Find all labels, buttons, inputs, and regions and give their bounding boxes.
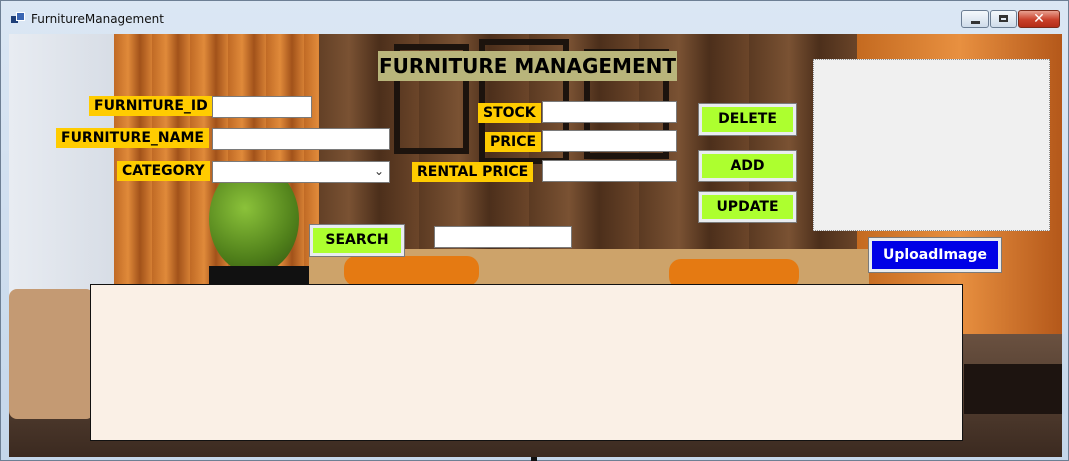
furniture-id-label: FURNITURE_ID bbox=[89, 96, 213, 116]
rental-price-label: RENTAL PRICE bbox=[412, 162, 534, 182]
price-input[interactable] bbox=[542, 130, 677, 152]
upload-image-button[interactable]: UploadImage bbox=[868, 237, 1002, 273]
furniture-data-grid[interactable] bbox=[90, 284, 963, 441]
maximize-icon bbox=[999, 15, 1008, 22]
delete-button[interactable]: DELETE bbox=[698, 103, 797, 136]
minimize-button[interactable] bbox=[961, 10, 989, 28]
chevron-down-icon: ⌄ bbox=[373, 164, 384, 178]
app-window-icon bbox=[11, 12, 25, 24]
furniture-id-input[interactable] bbox=[212, 96, 312, 118]
search-input[interactable] bbox=[434, 226, 572, 248]
form-client-area: FURNITURE MANAGEMENT FURNITURE_ID FURNIT… bbox=[9, 34, 1062, 457]
update-button[interactable]: UPDATE bbox=[698, 191, 797, 223]
rental-price-input[interactable] bbox=[542, 160, 677, 182]
category-dropdown[interactable]: ⌄ bbox=[212, 161, 390, 183]
close-icon: ✕ bbox=[1033, 11, 1045, 27]
page-title: FURNITURE MANAGEMENT bbox=[378, 51, 677, 81]
window-title: FurnitureManagement bbox=[31, 12, 164, 26]
furniture-name-label: FURNITURE_NAME bbox=[56, 128, 209, 148]
main-window: FurnitureManagement ✕ FURNITURE MANAGEME… bbox=[0, 0, 1069, 461]
close-button[interactable]: ✕ bbox=[1018, 10, 1060, 28]
stock-input[interactable] bbox=[542, 101, 677, 123]
furniture-name-input[interactable] bbox=[212, 128, 390, 150]
search-button[interactable]: SEARCH bbox=[309, 224, 405, 257]
maximize-button[interactable] bbox=[990, 10, 1017, 28]
category-label: CATEGORY bbox=[117, 161, 210, 181]
resize-grip[interactable] bbox=[531, 457, 537, 461]
furniture-image-preview bbox=[813, 59, 1050, 231]
add-button[interactable]: ADD bbox=[698, 150, 797, 182]
minimize-icon bbox=[971, 21, 980, 24]
stock-label: STOCK bbox=[478, 103, 541, 123]
price-label: PRICE bbox=[485, 132, 542, 152]
title-bar[interactable]: FurnitureManagement ✕ bbox=[1, 1, 1068, 33]
